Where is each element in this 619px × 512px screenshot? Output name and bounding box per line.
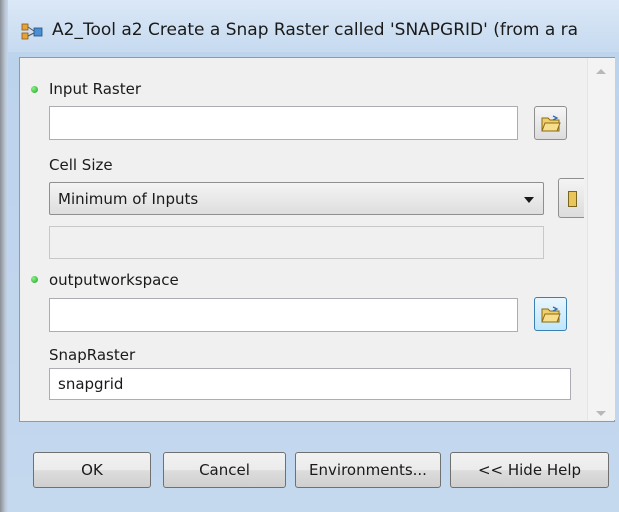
tool-dialog-window: A2_Tool a2 Create a Snap Raster called '… [0, 0, 619, 512]
input-raster-browse-button[interactable] [534, 106, 567, 140]
outputworkspace-browse-button[interactable] [534, 297, 567, 331]
input-raster-field[interactable] [49, 106, 518, 140]
required-dot-icon [31, 276, 38, 283]
window-title: A2_Tool a2 Create a Snap Raster called '… [52, 20, 579, 40]
environments-button[interactable]: Environments... [295, 452, 441, 488]
cell-size-dropdown[interactable]: Minimum of Inputs [49, 182, 544, 215]
hide-help-button[interactable]: << Hide Help [450, 452, 609, 488]
cancel-button[interactable]: Cancel [163, 452, 286, 488]
vertical-scrollbar[interactable] [587, 58, 615, 420]
cell-size-value-field [49, 226, 544, 259]
input-raster-label: Input Raster [49, 80, 141, 98]
dialog-button-row: OK Cancel Environments... << Hide Help [0, 422, 619, 512]
required-dot-icon [31, 86, 38, 93]
layer-icon [568, 191, 577, 207]
open-folder-icon [540, 305, 561, 322]
snapraster-field[interactable]: snapgrid [49, 368, 571, 400]
ok-button[interactable]: OK [33, 452, 151, 488]
outputworkspace-label: outputworkspace [49, 271, 179, 289]
cell-size-selected-value: Minimum of Inputs [58, 189, 199, 208]
cell-size-label: Cell Size [49, 156, 113, 174]
snapraster-label: SnapRaster [49, 346, 136, 364]
scroll-up-arrow-icon[interactable] [596, 69, 606, 74]
open-folder-icon [540, 114, 561, 131]
title-bar[interactable]: A2_Tool a2 Create a Snap Raster called '… [0, 0, 619, 52]
model-tool-icon [21, 23, 43, 40]
scroll-down-arrow-icon[interactable] [596, 411, 606, 416]
outputworkspace-field[interactable] [49, 298, 518, 332]
chevron-down-icon[interactable] [524, 197, 534, 203]
cell-size-layer-button[interactable] [558, 178, 584, 218]
